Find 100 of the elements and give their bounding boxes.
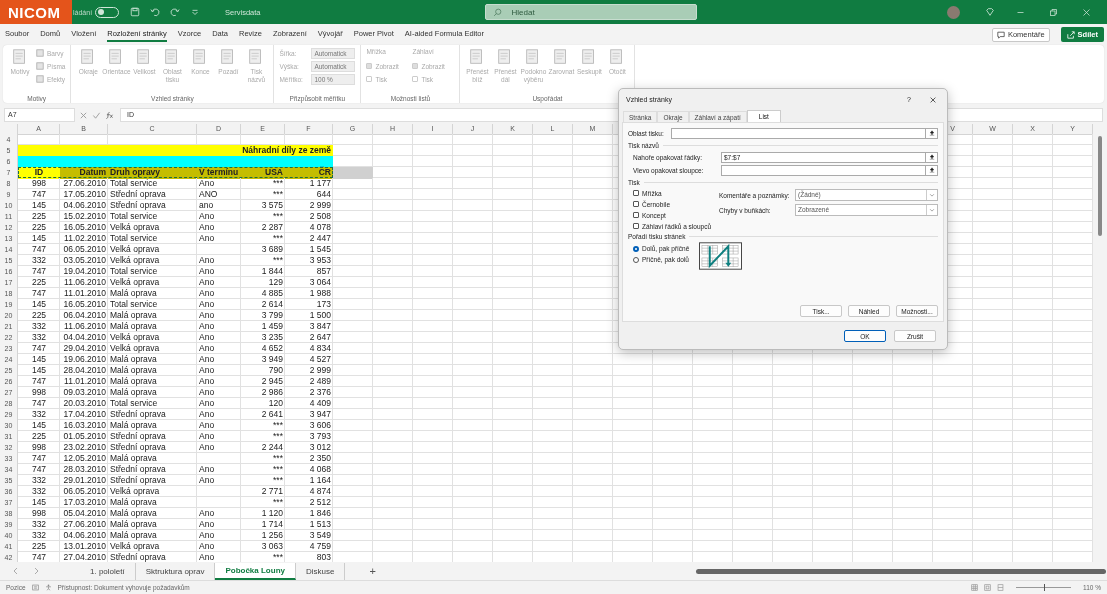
previous-sheet-icon[interactable]	[12, 567, 20, 575]
undo-icon[interactable]	[150, 7, 161, 17]
table-cell-text: 225	[30, 431, 48, 443]
table-cell-text: 3 235	[260, 332, 284, 344]
range-select-button[interactable]	[926, 151, 938, 163]
add-sheet-button[interactable]: +	[369, 565, 376, 577]
table-cell-text: 998	[30, 178, 48, 190]
sheet-tab[interactable]: 1. pololetí	[80, 562, 136, 580]
horizontal-scrollbar[interactable]	[695, 568, 1106, 574]
table-cell-text: 225	[30, 222, 48, 234]
table-cell-text: Total service	[109, 233, 159, 245]
table-cell-text: 2 350	[308, 453, 332, 465]
table-cell-text: 1 459	[260, 321, 284, 333]
table-cell-text: Malá oprava	[109, 376, 158, 388]
shaded-cell	[333, 167, 373, 179]
table-title: Náhradní díly ze země	[18, 145, 333, 157]
table-cell-text: ***	[272, 497, 284, 509]
table-cell-text: 29.01.2010	[62, 475, 107, 487]
table-cell-text: 332	[30, 332, 48, 344]
table-cell-text: 2 447	[308, 233, 332, 245]
macro-icon[interactable]	[31, 584, 39, 591]
table-cell-text: Ano	[198, 464, 216, 476]
table-cell-text: Velká oprava	[109, 255, 161, 267]
share-icon	[1066, 30, 1075, 39]
table-cell-text: 19.04.2010	[62, 266, 107, 278]
comment-icon	[996, 30, 1005, 39]
range-select-button[interactable]	[926, 127, 938, 139]
next-sheet-icon[interactable]	[32, 567, 40, 575]
table-cell-text: Ano	[198, 409, 216, 421]
table-cell-text: Ano	[198, 277, 216, 289]
table-cell-text: 998	[30, 387, 48, 399]
table-cell-text: Ano	[198, 519, 216, 531]
table-cell-text: Ano	[198, 354, 216, 366]
table-cell-text: 03.05.2010	[62, 255, 107, 267]
table-cell-text: 15.02.2010	[62, 211, 107, 223]
table-cell-text: 332	[30, 409, 48, 421]
table-cell-text: 1 988	[308, 288, 332, 300]
normal-view-icon[interactable]	[971, 584, 979, 591]
table-cell-text: Velká oprava	[109, 486, 161, 498]
arrow-up-icon	[928, 167, 935, 173]
table-cell-text: 1 844	[260, 266, 284, 278]
accessibility-icon[interactable]	[44, 584, 52, 591]
table-cell-text: 11.06.2010	[63, 321, 107, 333]
table-cell-text: Velká oprava	[109, 343, 161, 355]
table-cell-text: 1 513	[308, 519, 332, 531]
table-cell-text: Velká oprava	[109, 222, 161, 234]
sheet-tab[interactable]: Pobočka Louny	[215, 562, 296, 580]
table-cell-text: Střední oprava	[109, 200, 167, 212]
table-cell-text: Střední oprava	[109, 464, 167, 476]
table-cell-text: 1 500	[308, 310, 332, 322]
table-cell-text: Ano	[198, 178, 216, 190]
function-icon[interactable]	[105, 110, 114, 120]
table-cell-text: 05.04.2010	[62, 508, 107, 520]
save-icon[interactable]	[130, 7, 141, 17]
table-cell-text: Ano	[198, 343, 216, 355]
search-icon	[492, 8, 502, 17]
table-cell-text: Total service	[109, 398, 159, 410]
diamond-icon[interactable]	[985, 7, 995, 17]
page-break-icon[interactable]	[997, 584, 1005, 591]
table-cell-text: 27.06.2010	[62, 519, 107, 531]
table-cell-text: 225	[30, 310, 48, 322]
table-cell-text: 145	[30, 354, 48, 366]
vertical-scrollbar[interactable]	[1093, 124, 1107, 562]
cancel-icon[interactable]	[79, 110, 88, 120]
table-cell-text: 1 846	[308, 508, 332, 520]
table-cell-text: Malá oprava	[109, 519, 158, 531]
table-cell-text: 3 063	[260, 541, 284, 553]
table-cell-text: Střední oprava	[109, 431, 167, 443]
table-cell-text: Velká oprava	[109, 541, 161, 553]
table-cell-text: 17.05.2010	[62, 189, 107, 201]
search-field[interactable]: Hledat	[484, 4, 697, 20]
table-cell-text: 04.06.2010	[62, 530, 107, 542]
customize-icon[interactable]	[190, 7, 201, 17]
table-cell-text: 06.04.2010	[62, 310, 107, 322]
table-cell-text: 3 947	[308, 409, 332, 421]
table-cell-text: 01.05.2010	[62, 431, 107, 443]
table-cell-text: ***	[272, 189, 284, 201]
table-cell-text: 1 714	[260, 519, 284, 531]
table-cell-text: 747	[30, 464, 48, 476]
table-cell-text: ***	[272, 464, 284, 476]
close-icon[interactable]	[929, 95, 937, 104]
table-cell-text: Střední oprava	[109, 552, 167, 562]
table-cell-text: 11.01.2010	[63, 376, 107, 388]
table-cell-text: 145	[30, 365, 48, 377]
sheet-tab[interactable]: Diskuse	[295, 562, 346, 580]
square-icon	[36, 62, 44, 70]
table-cell-text: ***	[272, 255, 284, 267]
input-field[interactable]	[721, 164, 926, 176]
table-cell-text: 3 799	[260, 310, 284, 322]
restore-icon[interactable]	[1049, 7, 1058, 17]
table-cell-text: Ano	[198, 442, 216, 454]
table-cell-text: Ano	[198, 541, 216, 553]
table-cell-text: Ano	[198, 475, 216, 487]
company-logo: NICOM	[0, 0, 72, 24]
table-cell-text: 747	[30, 244, 48, 256]
redo-icon[interactable]	[170, 7, 181, 17]
input-field[interactable]	[671, 127, 926, 139]
range-select-button[interactable]	[926, 164, 938, 176]
check-icon[interactable]	[92, 110, 101, 120]
page-layout-icon[interactable]	[984, 584, 992, 591]
